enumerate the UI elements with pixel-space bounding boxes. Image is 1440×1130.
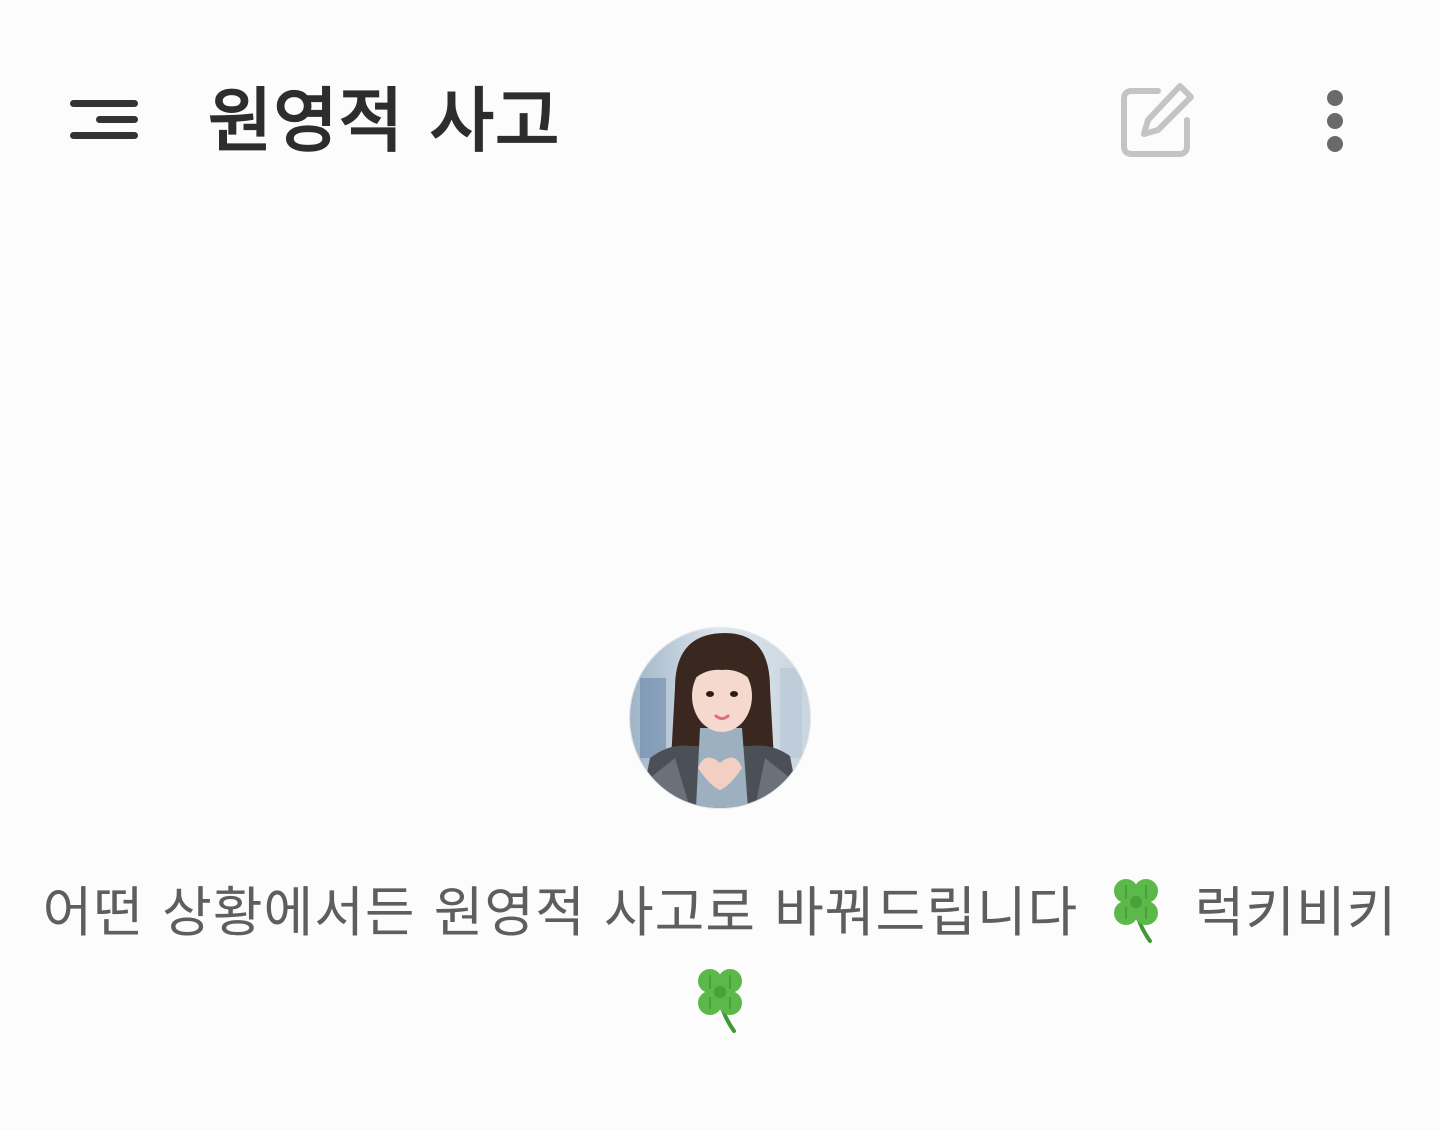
top-app-bar: 원영적 사고 <box>0 0 1440 240</box>
menu-icon <box>70 100 138 139</box>
four-leaf-clover-icon <box>688 965 752 1035</box>
more-options-button[interactable] <box>1300 78 1370 166</box>
description-text: 어떤 상황에서든 원영적 사고로 바꿔드립니다 <box>42 881 1079 944</box>
description-tagline: 럭키비키 <box>1194 881 1398 944</box>
app-screen: 원영적 사고 어떤 상황에서든 원영적 사고로 바꿔드립니다 럭키비키 <box>0 0 1440 1130</box>
more-vert-icon <box>1327 90 1343 152</box>
page-title: 원영적 사고 <box>208 80 561 162</box>
profile-description: 어떤 상황에서든 원영적 사고로 바꿔드립니다 럭키비키 <box>0 868 1440 1048</box>
four-leaf-clover-icon <box>1104 875 1168 945</box>
profile-avatar <box>630 628 810 808</box>
menu-button[interactable] <box>56 80 156 160</box>
edit-icon <box>1121 83 1194 157</box>
profile-photo <box>630 628 810 808</box>
edit-button[interactable] <box>1112 78 1200 166</box>
